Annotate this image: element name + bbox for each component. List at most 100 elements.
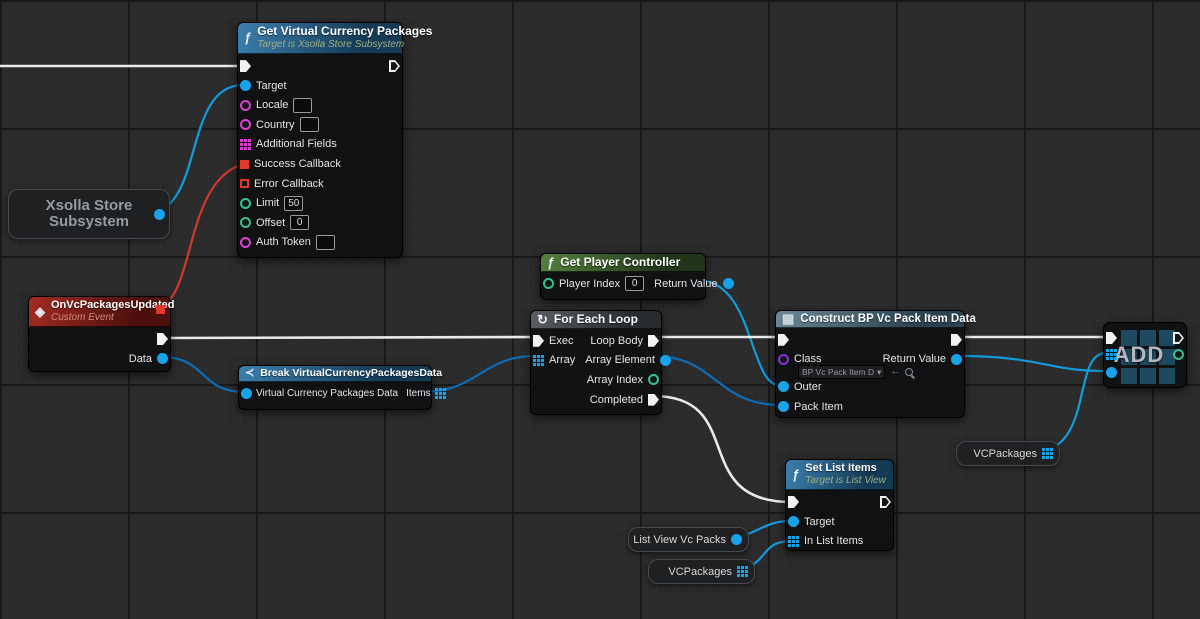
pin-label-success-callback: Success Callback [254,158,341,170]
node-header: ƒ Get Virtual Currency Packages Target i… [238,23,402,54]
list-view-output-pin[interactable] [731,534,742,545]
pin-label-return-value: Return Value [654,278,717,290]
function-icon: ƒ [244,31,251,44]
node-title: Construct BP Vc Pack Item Data [800,313,976,325]
node-header: ↻ For Each Loop [531,311,661,329]
exec-in-pin[interactable] [240,60,251,72]
delegate-output-pin[interactable] [156,305,165,314]
pin-label-array: Array [549,354,575,366]
subsystem-output-pin[interactable] [154,209,165,220]
completed-pin[interactable] [648,394,659,406]
browse-magnifier-icon[interactable] [905,368,913,376]
exec-out-pin[interactable] [389,60,400,72]
class-pin[interactable] [778,354,789,365]
loop-body-pin[interactable] [648,335,659,347]
node-header: ≺ Break VirtualCurrencyPackagesData [239,366,431,382]
node-list-view-vc-packs-get[interactable]: List View Vc Packs [628,527,749,552]
node-vcpackages-get-right[interactable]: VCPackages [956,441,1060,466]
node-vcpackages-get-bottom[interactable]: VCPackages [648,559,755,584]
node-get-player-controller[interactable]: ƒ Get Player Controller Player Index 0 R… [540,253,706,300]
return-value-pin[interactable] [723,278,734,289]
pin-label-locale: Locale [256,99,288,111]
node-title: Get Virtual Currency Packages [257,25,432,39]
function-icon: ƒ [547,256,554,269]
auth-token-pin[interactable] [240,237,251,248]
node-subtitle: Target is Xsolla Store Subsystem [257,39,432,51]
variable-label: Xsolla Store Subsystem [34,198,144,231]
additional-fields-pin[interactable] [240,139,251,150]
node-on-vc-packages-updated[interactable]: ◈ OnVcPackagesUpdated Custom Event Data [28,296,171,372]
pin-label-error-callback: Error Callback [254,178,324,190]
exec-out-pin[interactable] [880,496,891,508]
country-input[interactable] [300,117,319,132]
break-struct-icon: ≺ [245,368,254,379]
pin-label-target: Target [804,516,835,528]
exec-in-pin[interactable] [533,335,544,347]
wire-playercontroller-to-outer [697,280,781,386]
player-index-pin[interactable] [543,278,554,289]
pin-label-items: Items [406,388,430,399]
struct-input-pin[interactable] [241,388,252,399]
class-select-dropdown[interactable]: BP Vc Pack Item D ▾ [798,365,885,379]
data-output-pin[interactable] [157,353,168,364]
pin-label-class: Class [794,353,822,365]
function-icon: ƒ [792,468,799,481]
limit-pin[interactable] [240,198,251,209]
variable-label: VCPackages [668,566,732,578]
exec-in-pin[interactable] [788,496,799,508]
limit-input[interactable]: 50 [284,196,303,211]
target-pin[interactable] [788,516,799,527]
node-set-list-items[interactable]: ƒ Set List Items Target is List View Tar… [785,459,894,551]
vcpackages-output-pin[interactable] [1042,448,1053,459]
array-element-pin[interactable] [660,355,671,366]
offset-input[interactable]: 0 [290,215,309,230]
country-pin[interactable] [240,119,251,130]
target-array-pin[interactable] [1106,349,1117,360]
node-construct-bp-vc-pack-item-data[interactable]: ▦ Construct BP Vc Pack Item Data Class R… [775,310,965,418]
array-index-pin[interactable] [648,374,659,385]
wire-data-to-break [161,357,245,392]
exec-out-pin[interactable] [157,333,168,345]
player-index-input[interactable]: 0 [625,276,644,291]
pin-label-data: Data [129,353,152,365]
pin-label-country: Country [256,119,295,131]
pin-label-target: Target [256,80,287,92]
wire-exec-completed-to-setlistitems [653,396,791,502]
items-output-pin[interactable] [435,388,446,399]
node-xsolla-store-subsystem[interactable]: Xsolla Store Subsystem [8,189,170,239]
pin-label-exec: Exec [549,335,573,347]
use-selected-asset-icon[interactable]: ← [890,367,900,377]
pin-label-completed: Completed [590,394,643,406]
offset-pin[interactable] [240,217,251,228]
node-title: Break VirtualCurrencyPackagesData [260,367,442,379]
in-list-items-pin[interactable] [788,536,799,547]
pin-label-array-index: Array Index [587,374,643,386]
locale-input[interactable] [293,98,312,113]
success-callback-pin[interactable] [240,160,249,169]
blueprint-graph-canvas[interactable]: ƒ Get Virtual Currency Packages Target i… [0,0,1200,619]
exec-in-pin[interactable] [778,334,789,346]
outer-pin[interactable] [778,381,789,392]
pin-label-vcp-data: Virtual Currency Packages Data [256,388,398,399]
locale-pin[interactable] [240,100,251,111]
wire-returnvalue-to-add-item [956,356,1106,371]
return-value-pin[interactable] [951,354,962,365]
auth-token-input[interactable] [316,235,335,250]
node-for-each-loop[interactable]: ↻ For Each Loop Exec Loop Body Array Arr… [530,310,662,415]
node-header: ƒ Get Player Controller [541,254,705,272]
node-break-virtual-currency-packages-data[interactable]: ≺ Break VirtualCurrencyPackagesData Virt… [238,365,432,410]
exec-out-pin[interactable] [951,334,962,346]
array-input-pin[interactable] [533,355,544,366]
error-callback-pin[interactable] [240,179,249,188]
return-index-pin[interactable] [1173,349,1184,360]
pin-label-additional-fields: Additional Fields [256,138,337,150]
node-get-virtual-currency-packages[interactable]: ƒ Get Virtual Currency Packages Target i… [237,22,403,258]
vcpackages-output-pin[interactable] [737,566,748,577]
exec-out-pin[interactable] [1173,332,1184,344]
node-add-array-item[interactable]: ADD [1103,322,1187,388]
new-item-pin[interactable] [1106,367,1117,378]
pack-item-pin[interactable] [778,401,789,412]
dropdown-caret-icon: ▾ [877,367,881,378]
target-pin[interactable] [240,80,251,91]
node-header: ƒ Set List Items Target is List View [786,460,893,490]
